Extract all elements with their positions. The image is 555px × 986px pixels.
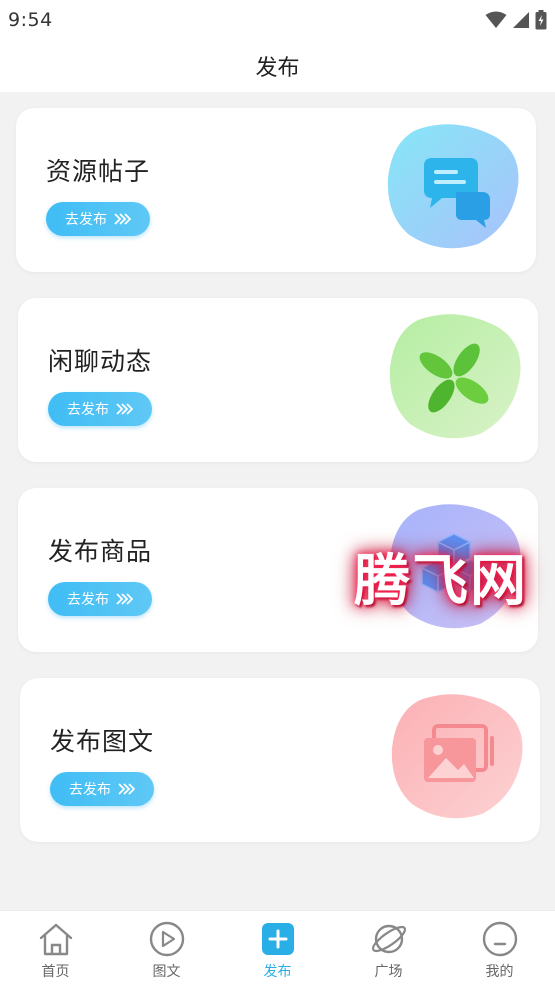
status-icons [485, 10, 547, 30]
double-chevron-right-icon [116, 593, 133, 605]
go-publish-label: 去发布 [65, 212, 107, 228]
card-resource-post[interactable]: 资源帖子 去发布 [16, 108, 536, 272]
status-time: 9:54 [8, 9, 53, 31]
page-title: 发布 [255, 56, 300, 81]
tab-label: 发布 [263, 964, 292, 980]
tab-label: 首页 [41, 964, 70, 980]
tab-image-text[interactable]: 图文 [122, 919, 212, 981]
tab-home[interactable]: 首页 [11, 919, 101, 981]
card-title: 发布图文 [50, 727, 155, 756]
chat-bubbles-icon [387, 124, 519, 249]
photo-album-icon [391, 694, 523, 819]
tab-publish[interactable]: 发布 [233, 919, 323, 981]
page-header: 发布 [0, 40, 555, 92]
wifi-icon [485, 11, 507, 28]
go-publish-button[interactable]: 去发布 [46, 202, 150, 236]
bottom-tab-bar: 首页 图文 发布 广场 我的 [0, 910, 555, 986]
go-publish-button[interactable]: 去发布 [48, 582, 152, 616]
tab-label: 我的 [485, 964, 514, 980]
card-title: 闲聊动态 [48, 347, 153, 376]
double-chevron-right-icon [118, 783, 135, 795]
tab-label: 图文 [152, 964, 181, 980]
card-casual-feed[interactable]: 闲聊动态 去发布 [18, 298, 538, 462]
tab-square[interactable]: 广场 [344, 919, 434, 981]
go-publish-label: 去发布 [67, 592, 109, 608]
publish-content: 资源帖子 去发布 闲聊动态 去发布 发布商品 去发布 发布图文 去发布 腾飞网 [0, 92, 555, 910]
tab-label: 广场 [374, 964, 403, 980]
watermark-text: 腾飞网 [354, 548, 528, 614]
card-publish-image-text[interactable]: 发布图文 去发布 [20, 678, 540, 842]
pinwheel-icon [389, 314, 521, 439]
status-bar: 9:54 [0, 0, 555, 40]
home-icon [39, 923, 72, 956]
planet-icon [371, 924, 406, 954]
go-publish-label: 去发布 [67, 402, 109, 418]
card-title: 资源帖子 [46, 157, 151, 186]
signal-icon [513, 12, 529, 28]
go-publish-button[interactable]: 去发布 [48, 392, 152, 426]
play-circle-icon [149, 921, 184, 957]
double-chevron-right-icon [114, 213, 131, 225]
battery-icon [535, 10, 547, 30]
smile-face-icon [482, 921, 517, 957]
plus-square-icon [261, 923, 294, 955]
go-publish-button[interactable]: 去发布 [50, 772, 154, 806]
go-publish-label: 去发布 [69, 782, 111, 798]
double-chevron-right-icon [116, 403, 133, 415]
tab-mine[interactable]: 我的 [455, 919, 545, 981]
card-title: 发布商品 [48, 537, 153, 566]
